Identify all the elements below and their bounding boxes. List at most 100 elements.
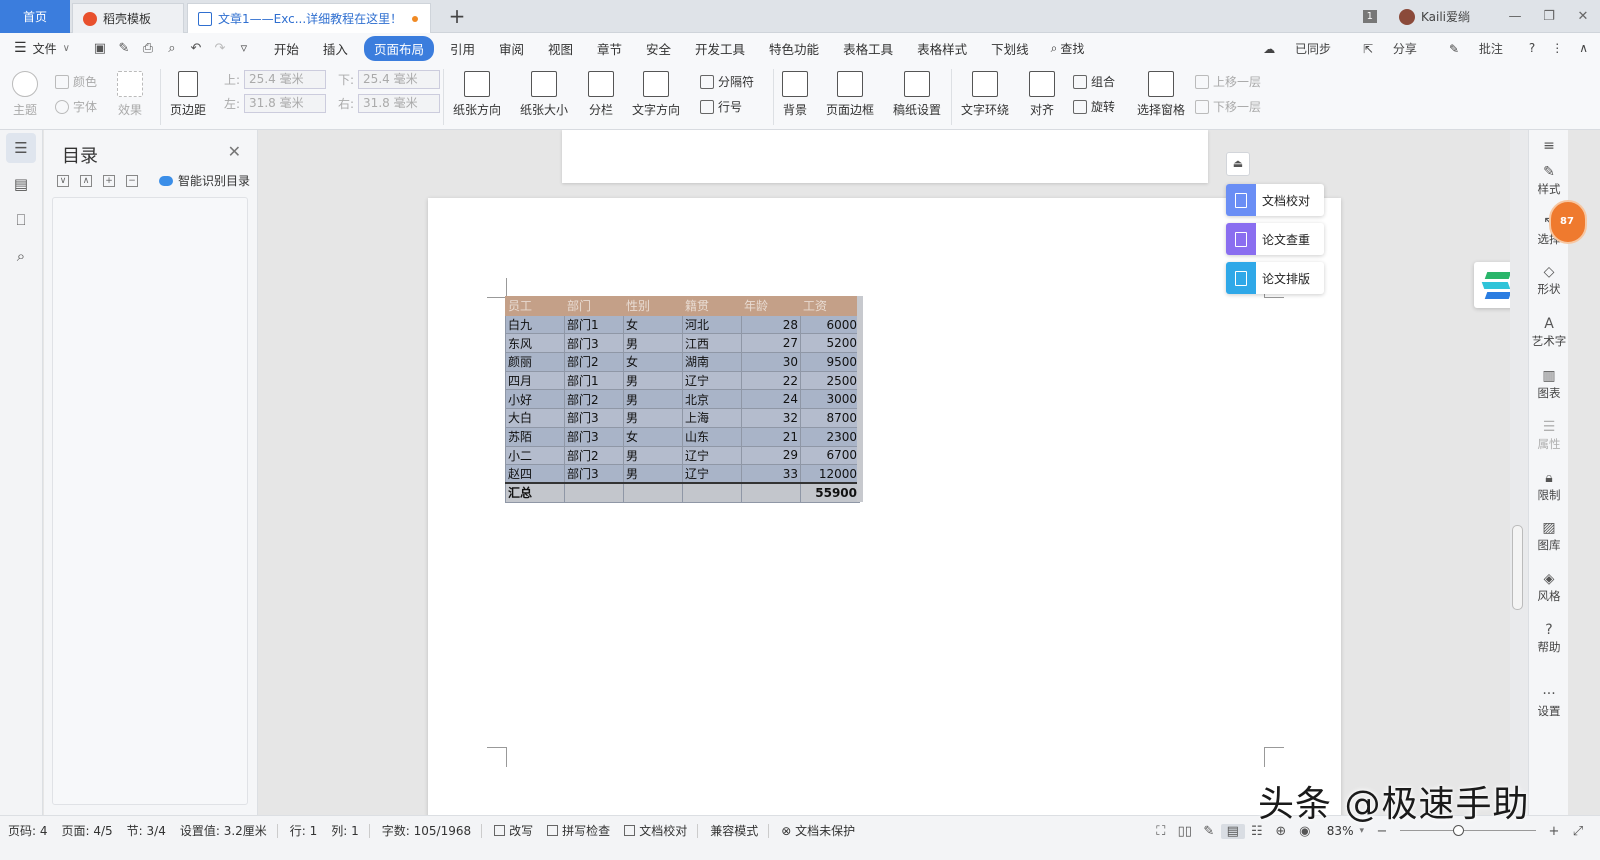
menu-tab[interactable]: 开始 xyxy=(274,39,299,58)
fit-window-icon[interactable]: ⤢ xyxy=(1566,824,1590,839)
sync-status[interactable]: ☁ 已同步 xyxy=(1247,40,1331,57)
bottom-margin-value[interactable]: 25.4 毫米 xyxy=(358,70,441,89)
table-cell[interactable] xyxy=(623,482,683,503)
vertical-scrollbar[interactable] xyxy=(1510,130,1528,815)
table-cell[interactable]: 22 xyxy=(741,370,801,391)
expand-icon[interactable]: ∨ xyxy=(57,174,69,187)
table-cell[interactable]: 东风 xyxy=(505,333,565,354)
align-button[interactable]: 对齐 xyxy=(1029,71,1055,118)
toc-list[interactable] xyxy=(52,197,248,805)
help-tool[interactable]: ? 帮助 xyxy=(1529,622,1569,655)
comment-button[interactable]: ✎ 批注 xyxy=(1433,40,1503,57)
scrollbar-thumb[interactable] xyxy=(1512,525,1523,610)
text-direction-button[interactable]: 文字方向 xyxy=(632,71,680,118)
table-cell[interactable]: 27 xyxy=(741,333,801,354)
toc-close-icon[interactable]: ✕ xyxy=(228,142,241,161)
orientation-button[interactable]: 纸张方向 xyxy=(453,71,501,118)
table-cell[interactable]: 湖南 xyxy=(682,352,742,372)
share-button[interactable]: ⇱ 分享 xyxy=(1347,40,1417,57)
send-backward-button[interactable]: 下移一层 xyxy=(1195,98,1261,115)
user-account[interactable]: Kaili爱绱 xyxy=(1398,8,1470,25)
table-cell[interactable]: 部门3 xyxy=(564,333,624,354)
doc-proof-toggle[interactable]: 文档校对 xyxy=(624,822,687,839)
top-margin-spinner[interactable]: 上: 25.4 毫米 xyxy=(224,70,327,89)
toc-nav-icon[interactable]: ☰ xyxy=(6,133,36,163)
table-cell[interactable]: 24 xyxy=(741,389,801,410)
file-menu[interactable]: ☰ 文件 ∨ xyxy=(14,40,70,57)
collapse-float-icon[interactable]: ⏏ xyxy=(1226,152,1250,176)
shape-tool[interactable]: ◇ 形状 xyxy=(1529,264,1569,297)
table-cell[interactable]: 部门1 xyxy=(564,314,624,335)
left-margin-spinner[interactable]: 左: 31.8 毫米 xyxy=(224,94,327,113)
table-header-cell[interactable]: 员工 xyxy=(505,296,565,316)
menu-tab[interactable]: 特色功能 xyxy=(769,39,819,58)
table-cell[interactable]: 6700 xyxy=(800,445,860,466)
menu-tab[interactable]: 表格工具 xyxy=(843,39,893,58)
total-value-cell[interactable]: 55900 xyxy=(800,482,860,503)
page-border-button[interactable]: 页面边框 xyxy=(826,71,874,118)
table-cell[interactable]: 男 xyxy=(623,408,683,428)
compat-mode[interactable]: 兼容模式 xyxy=(710,822,758,839)
effects-button[interactable]: 效果 xyxy=(117,71,143,118)
more-button[interactable]: ⋮ xyxy=(1551,41,1563,55)
proofread-button[interactable]: 文档校对 xyxy=(1226,184,1324,216)
table-cell[interactable]: 部门1 xyxy=(564,370,624,391)
line-numbers-button[interactable]: 行号 xyxy=(700,98,742,115)
table-cell[interactable]: 9500 xyxy=(800,352,860,372)
read-mode-icon[interactable]: ▯▯ xyxy=(1173,824,1197,839)
chapter-nav-icon[interactable]: ▤ xyxy=(6,169,36,199)
zoom-dropdown-icon[interactable]: ▾ xyxy=(1359,826,1364,836)
menu-tab[interactable]: 视图 xyxy=(548,39,573,58)
margins-button[interactable]: 页边距 xyxy=(170,71,206,118)
table-cell[interactable]: 男 xyxy=(623,333,683,354)
menu-tab[interactable]: 下划线 xyxy=(991,39,1029,58)
table-cell[interactable]: 小好 xyxy=(505,389,565,410)
table-cell[interactable]: 6000 xyxy=(800,314,860,335)
wrap-text-button[interactable]: 文字环绕 xyxy=(961,71,1009,118)
table-header-cell[interactable]: 籍贯 xyxy=(682,296,742,316)
settings-tool[interactable]: ··· 设置 xyxy=(1529,686,1569,719)
tab-home[interactable]: 首页 xyxy=(0,0,70,33)
table-cell[interactable]: 部门3 xyxy=(564,426,624,447)
status-setting[interactable]: 设置值: 3.2厘米 xyxy=(180,822,267,839)
group-button[interactable]: 组合 xyxy=(1073,73,1115,90)
total-label-cell[interactable]: 汇总 xyxy=(505,482,565,503)
top-margin-value[interactable]: 25.4 毫米 xyxy=(244,70,327,89)
table-cell[interactable]: 部门2 xyxy=(564,389,624,410)
collapse-icon[interactable]: ∧ xyxy=(80,174,92,187)
table-header-cell[interactable]: 性别 xyxy=(623,296,683,316)
table-cell[interactable]: 上海 xyxy=(682,408,742,428)
table-cell[interactable]: 女 xyxy=(623,352,683,372)
remove-heading-icon[interactable]: − xyxy=(126,174,138,187)
table-cell[interactable]: 部门3 xyxy=(564,408,624,428)
write-mode-icon[interactable]: ✎ xyxy=(1197,824,1221,839)
restore-button[interactable]: ❐ xyxy=(1532,9,1566,24)
table-cell[interactable]: 男 xyxy=(623,464,683,484)
menu-tab[interactable]: 表格样式 xyxy=(917,39,967,58)
tab-document[interactable]: 文章1——Exc...详细教程在这里！ xyxy=(187,3,431,33)
spell-check-toggle[interactable]: 拼写检查 xyxy=(547,822,610,839)
table-cell[interactable]: 28 xyxy=(741,314,801,335)
document-page[interactable]: 员工 部门 性别 籍贯 年龄 工资 白九 部门1 女河北 28 6000 东风 部门3 男江西 27 5200… xyxy=(428,198,1341,815)
window-count-badge[interactable]: 1 xyxy=(1362,10,1377,23)
minimize-button[interactable]: — xyxy=(1498,9,1532,24)
search-menu[interactable]: ⌕ 查找 xyxy=(1051,40,1085,57)
table-cell[interactable] xyxy=(682,482,742,503)
table-resize-handle[interactable] xyxy=(857,296,863,502)
right-margin-value[interactable]: 31.8 毫米 xyxy=(358,94,441,113)
revise-toggle[interactable]: 改写 xyxy=(494,822,533,839)
table-cell[interactable] xyxy=(741,482,801,503)
table-cell[interactable]: 女 xyxy=(623,426,683,447)
plagiarism-check-button[interactable]: 论文查重 xyxy=(1226,223,1324,255)
table-cell[interactable]: 北京 xyxy=(682,389,742,410)
table-cell[interactable]: 四月 xyxy=(505,370,565,391)
print-preview-icon[interactable]: ⌕ xyxy=(160,41,184,56)
status-section[interactable]: 节: 3/4 xyxy=(127,822,166,839)
table-cell[interactable]: 苏陌 xyxy=(505,426,565,447)
table-cell[interactable]: 3000 xyxy=(800,389,860,410)
table-cell[interactable]: 部门2 xyxy=(564,445,624,466)
format-painter-icon[interactable]: ✎ xyxy=(112,41,136,56)
menu-tab[interactable]: 审阅 xyxy=(499,39,524,58)
wordart-tool[interactable]: A 艺术字 xyxy=(1529,316,1569,349)
close-button[interactable]: ✕ xyxy=(1566,9,1600,24)
